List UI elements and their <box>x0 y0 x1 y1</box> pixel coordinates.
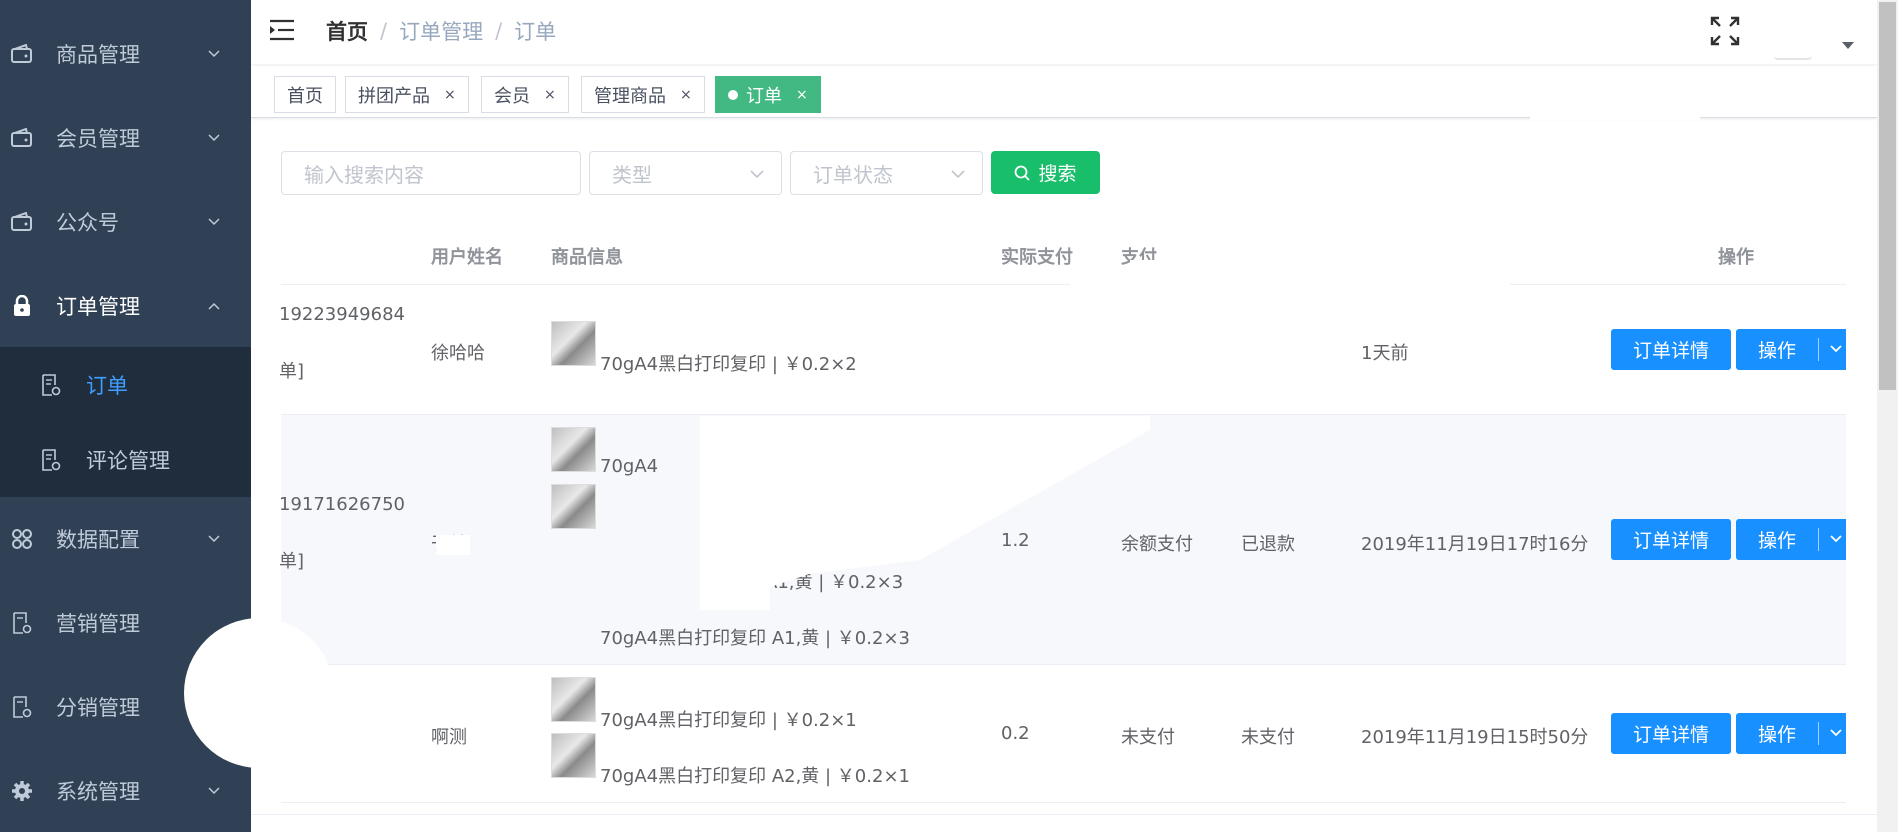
decorative-blob <box>184 618 334 768</box>
scrollbar-thumb[interactable] <box>1879 2 1896 390</box>
vertical-scrollbar[interactable] <box>1877 0 1898 832</box>
